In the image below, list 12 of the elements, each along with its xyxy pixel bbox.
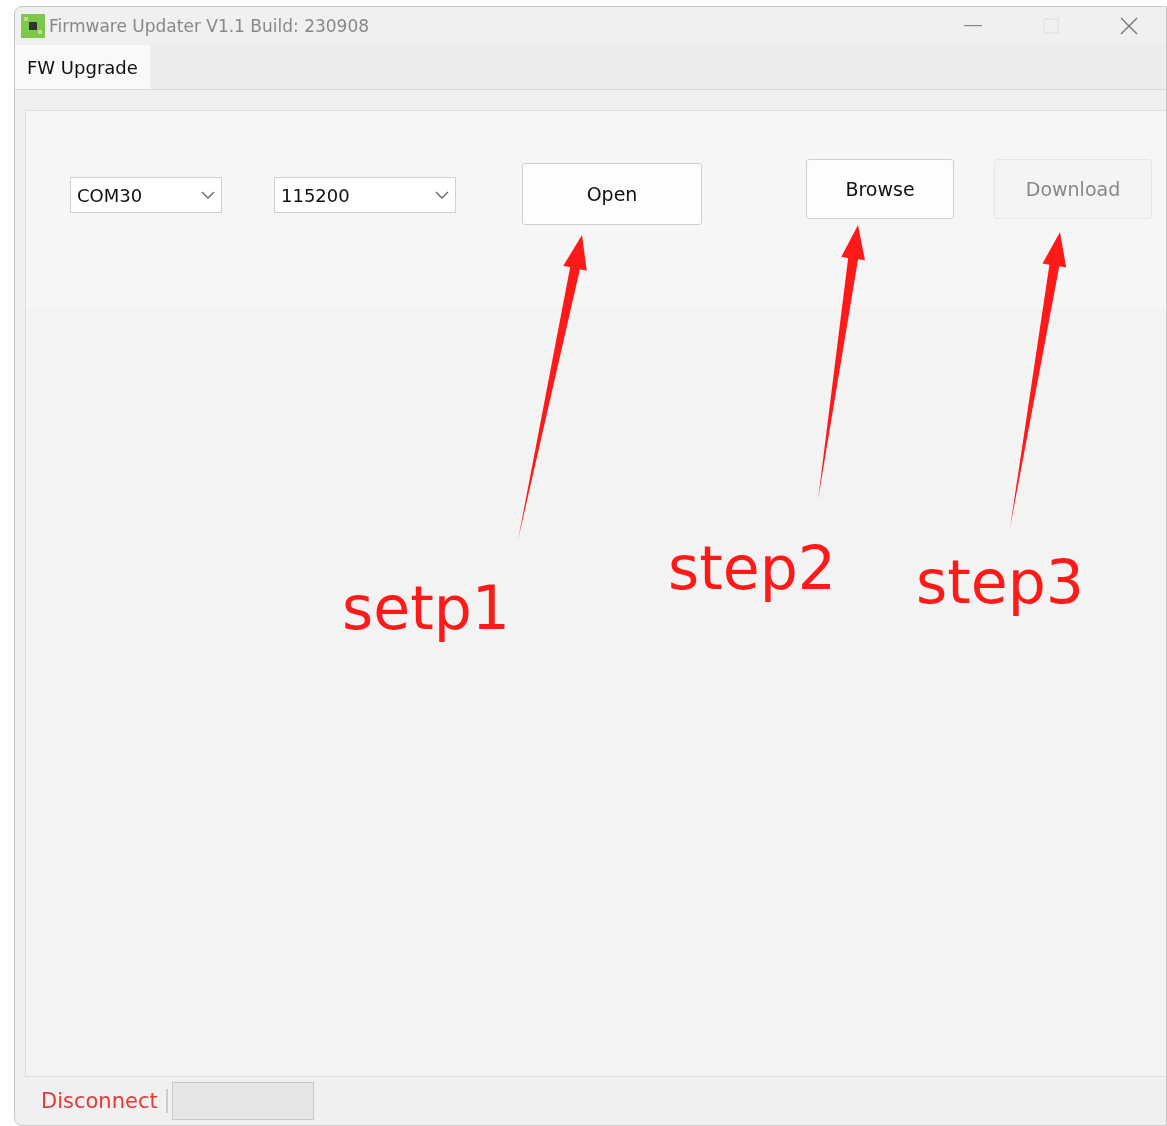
button[interactable]: Browse: [806, 159, 954, 219]
button[interactable]: Open: [522, 163, 702, 225]
connection-status: Disconnect: [25, 1089, 168, 1113]
port-dropdown[interactable]: COM30: [70, 177, 222, 213]
tab[interactable]: FW Upgrade: [15, 45, 150, 89]
baud-rate-dropdown[interactable]: 115200: [274, 177, 456, 213]
chevron-down-icon: [201, 191, 215, 199]
window-title: Firmware Updater V1.1 Build: 230908: [49, 16, 371, 36]
minimize-icon: [964, 25, 982, 27]
chevron-down-icon: [435, 191, 449, 199]
chip-icon: [21, 14, 45, 38]
close-icon: [1120, 17, 1138, 35]
